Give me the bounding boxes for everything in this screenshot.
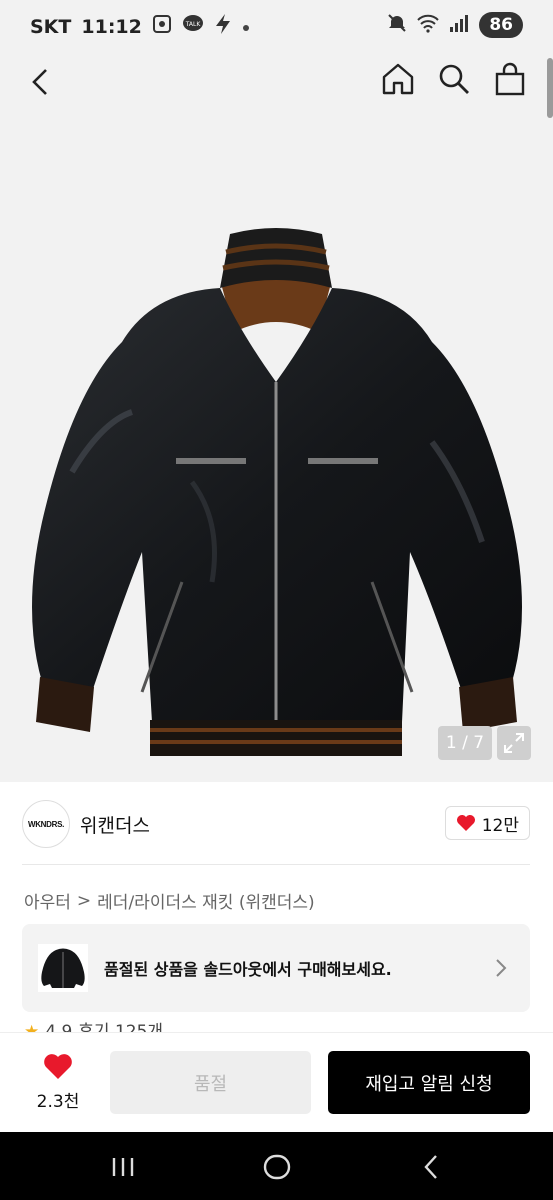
breadcrumb-separator: >: [76, 890, 92, 911]
product-image[interactable]: [12, 222, 541, 762]
brand-like-count: 12만: [481, 815, 519, 836]
divider: [22, 864, 530, 865]
back-button[interactable]: [24, 64, 60, 100]
rating-row[interactable]: ★ 4.9 후기 125개: [24, 1018, 163, 1032]
mute-icon: [387, 13, 407, 38]
battery-indicator: 86: [479, 12, 523, 38]
recent-apps-icon: [112, 1158, 134, 1176]
recent-apps-button[interactable]: [106, 1150, 140, 1184]
search-button[interactable]: [437, 62, 471, 96]
wishlist-count: 2.3천: [36, 1092, 80, 1112]
back-arrow-icon: [424, 1155, 437, 1179]
dot-icon: [242, 16, 250, 37]
soldout-button: 품절: [110, 1051, 311, 1114]
rating-score: 4.9: [45, 1022, 73, 1032]
expand-icon: [504, 733, 524, 753]
scrollbar[interactable]: [547, 58, 553, 118]
system-navigation-bar: [0, 1132, 553, 1200]
home-icon: [382, 63, 414, 95]
cart-button[interactable]: [493, 62, 527, 96]
chevron-right-icon: [496, 959, 507, 977]
clock: 11:12: [81, 15, 142, 38]
soldout-banner-text: 품절된 상품을 솔드아웃에서 구매해보세요.: [104, 960, 392, 979]
home-button[interactable]: [381, 62, 415, 96]
review-count[interactable]: 후기 125개: [78, 1018, 163, 1032]
brand-row[interactable]: WKNDRS. 위캔더스 12만: [22, 800, 530, 848]
product-gallery[interactable]: 1 / 7: [0, 52, 553, 782]
signal-icon: [449, 13, 469, 38]
bag-icon: [495, 62, 525, 96]
brand-logo[interactable]: WKNDRS.: [22, 800, 70, 848]
breadcrumb: 아우터 > 레더/라이더스 재킷 (위캔더스): [24, 888, 315, 914]
screenshot-icon: [152, 14, 172, 39]
system-back-button[interactable]: [414, 1150, 448, 1184]
wishlist-button[interactable]: 2.3천: [30, 1053, 86, 1112]
heart-icon: [456, 815, 475, 831]
expand-button[interactable]: [497, 726, 531, 760]
star-icon: ★: [24, 1022, 40, 1032]
back-icon: [32, 69, 47, 95]
wifi-icon: [417, 13, 440, 38]
image-counter: 1 / 7: [438, 726, 492, 760]
svg-text:TALK: TALK: [185, 21, 202, 28]
search-icon: [439, 64, 469, 94]
carrier-label: SKT: [30, 15, 72, 38]
home-circle-icon: [263, 1154, 291, 1180]
restock-alert-button[interactable]: 재입고 알림 신청: [328, 1051, 530, 1114]
home-system-button[interactable]: [260, 1150, 294, 1184]
bolt-icon: [214, 13, 232, 40]
brand-like-button[interactable]: 12만: [444, 806, 530, 840]
brand-name[interactable]: 위캔더스: [80, 811, 150, 838]
heart-icon: [44, 1054, 72, 1079]
talk-icon: TALK: [182, 14, 204, 39]
breadcrumb-category[interactable]: 아우터: [24, 888, 71, 913]
breadcrumb-subcategory[interactable]: 레더/라이더스 재킷 (위캔더스): [97, 888, 314, 913]
soldout-banner[interactable]: 품절된 상품을 솔드아웃에서 구매해보세요.: [22, 924, 530, 1012]
soldout-thumbnail: [38, 944, 88, 992]
bottom-action-bar: 2.3천 품절 재입고 알림 신청: [0, 1032, 553, 1132]
status-bar: SKT 11:12 TALK 86: [0, 0, 553, 52]
